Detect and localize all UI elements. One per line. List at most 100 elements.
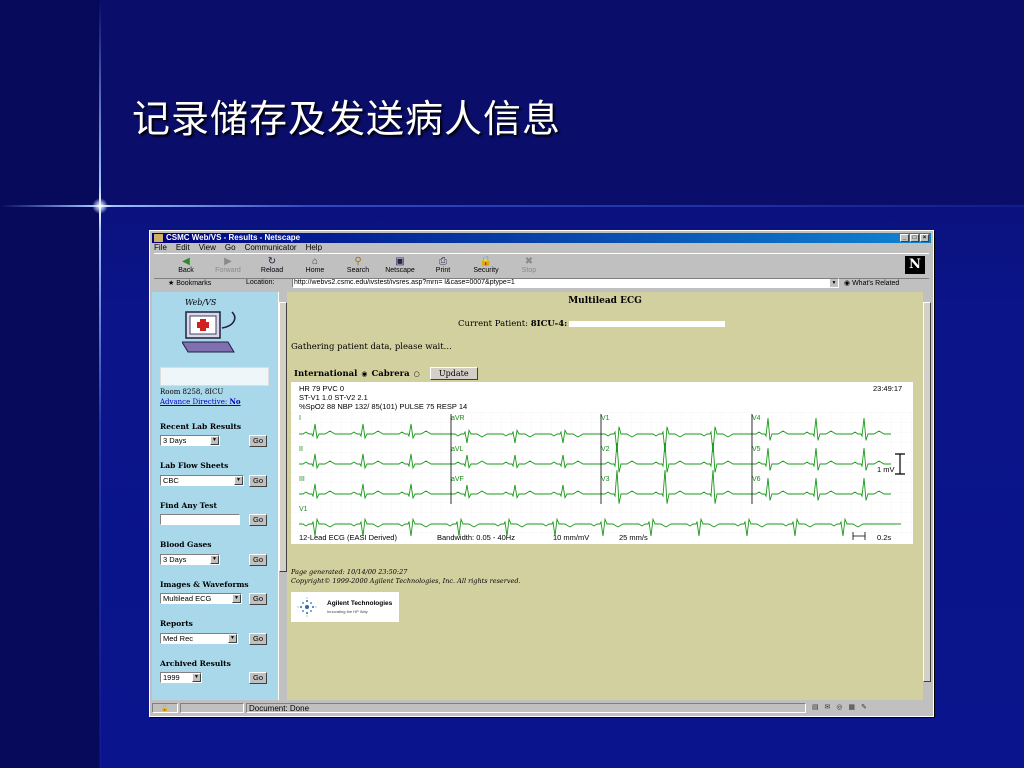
lead-label-v5: V5 xyxy=(752,446,761,453)
chevron-down-icon: ▼ xyxy=(210,555,219,564)
reports-select[interactable]: Med Rec ▼ xyxy=(160,633,238,644)
lead-label-v1-rhythm: V1 xyxy=(299,506,308,513)
minimize-button[interactable]: _ xyxy=(900,234,909,242)
images-waveforms-value: Multilead ECG xyxy=(163,594,212,603)
search-label: Search xyxy=(346,267,370,274)
blood-gases-go-button[interactable]: Go xyxy=(249,554,267,566)
status-message: Document: Done xyxy=(246,703,806,713)
slide-vertical-line xyxy=(99,0,101,768)
images-waveforms-select[interactable]: Multilead ECG ▼ xyxy=(160,593,242,604)
menu-go[interactable]: Go xyxy=(225,243,236,252)
security-status-icon[interactable]: 🔓 xyxy=(152,703,178,713)
find-any-test-heading: Find Any Test xyxy=(160,501,217,510)
stop-button[interactable]: ✖ Stop xyxy=(512,256,546,274)
security-button[interactable]: 🔒 Security xyxy=(469,256,503,274)
search-icon: ⚲ xyxy=(354,256,362,267)
update-button[interactable]: Update xyxy=(429,367,478,380)
back-button[interactable]: ◀ Back xyxy=(169,256,203,274)
chevron-down-icon: ▼ xyxy=(232,594,241,603)
url-input[interactable]: http://webvs2.csmc.edu/ivstest/ivsres.as… xyxy=(292,278,839,288)
lab-flow-sheets-select[interactable]: CBC ▼ xyxy=(160,475,244,486)
room-text: Room 8258, 8ICU xyxy=(160,388,224,396)
find-any-test-go-button[interactable]: Go xyxy=(249,514,267,526)
find-any-test-input[interactable] xyxy=(160,514,240,525)
menu-bar: File Edit View Go Communicator Help xyxy=(154,243,322,252)
lead-label-avr: aVR xyxy=(451,415,465,422)
menu-file[interactable]: File xyxy=(154,243,167,252)
archived-results-select[interactable]: 1999 ▼ xyxy=(160,672,202,683)
reload-label: Reload xyxy=(260,267,284,274)
cabrera-label: Cabrera xyxy=(371,368,410,379)
lead-label-v1: V1 xyxy=(601,415,610,422)
home-label: Home xyxy=(305,267,325,274)
advance-directive-value: No xyxy=(229,397,241,406)
lab-flow-sheets-go-button[interactable]: Go xyxy=(249,475,267,487)
url-dropdown-icon[interactable]: ▼ xyxy=(830,279,838,287)
lead-label-v3: V3 xyxy=(601,476,610,483)
recent-lab-results-select[interactable]: 3 Days ▼ xyxy=(160,435,220,446)
cabrera-radio[interactable]: ○ xyxy=(414,370,420,378)
reports-go-button[interactable]: Go xyxy=(249,633,267,645)
netscape-icon: ▣ xyxy=(395,256,405,267)
ecg-gain-label: 10 mm/mV xyxy=(553,533,589,542)
related-icon: ◉ xyxy=(844,280,851,287)
back-arrow-icon: ◀ xyxy=(182,256,190,267)
security-label: Security xyxy=(473,267,499,274)
url-text: http://webvs2.csmc.edu/ivstest/ivsres.as… xyxy=(294,279,515,286)
window-title: CSMC Web/VS - Results - Netscape xyxy=(166,233,301,242)
international-label: International xyxy=(294,368,358,379)
blood-gases-heading: Blood Gases xyxy=(160,540,212,549)
main-scroll-thumb[interactable] xyxy=(923,302,931,682)
netscape-logo: N xyxy=(905,256,925,274)
sidebar-frame: Web/VS Room 8258, 8ICU Advance Directive… xyxy=(152,292,279,700)
advance-directive-link[interactable]: Advance Directive: No xyxy=(160,397,241,406)
blood-gases-select[interactable]: 3 Days ▼ xyxy=(160,554,220,565)
home-button[interactable]: ⌂ Home xyxy=(298,256,332,274)
menu-communicator[interactable]: Communicator xyxy=(245,243,297,252)
bookmarks-button[interactable]: ★ Bookmarks xyxy=(168,279,211,287)
print-button[interactable]: ⎙ Print xyxy=(426,256,460,274)
reload-button[interactable]: ↻ Reload xyxy=(255,256,289,274)
reports-heading: Reports xyxy=(160,619,193,628)
whats-related-button[interactable]: ◉ What's Related xyxy=(844,279,899,287)
lead-format-selector: International ◉ Cabrera ○ Update xyxy=(294,367,478,380)
close-button[interactable]: × xyxy=(920,234,929,242)
main-scrollbar[interactable] xyxy=(923,292,931,700)
component-bar-icons[interactable]: ▤ ✉ ◎ ▦ ✎ xyxy=(812,703,869,713)
archived-results-go-button[interactable]: Go xyxy=(249,672,267,684)
archived-results-heading: Archived Results xyxy=(160,659,231,668)
sidebar-scrollbar[interactable] xyxy=(278,292,287,700)
lead-label-v6: V6 xyxy=(752,476,761,483)
images-waveforms-heading: Images & Waveforms xyxy=(160,580,249,589)
lab-flow-sheets-value: CBC xyxy=(163,476,179,485)
calibration-label: 1 mV xyxy=(877,465,895,474)
reload-icon: ↻ xyxy=(267,256,277,267)
international-radio[interactable]: ◉ xyxy=(361,370,367,378)
slide-title: 记录储存及发送病人信息 xyxy=(132,97,562,141)
menu-help[interactable]: Help xyxy=(306,243,322,252)
print-label: Print xyxy=(435,267,451,274)
current-patient-label: Current Patient: xyxy=(458,319,529,329)
page-generated-text: Page generated: 10/14/00 23:50:27 xyxy=(291,568,408,576)
reports-value: Med Rec xyxy=(163,634,194,643)
lead-label-iii: III xyxy=(299,476,305,483)
forward-button[interactable]: ▶ Forward xyxy=(211,256,245,274)
loading-message: Gathering patient data, please wait... xyxy=(291,342,452,352)
ecg-vitals-line3: %SpO2 88 NBP 132/ 85(101) PULSE 75 RESP … xyxy=(299,402,467,411)
menu-edit[interactable]: Edit xyxy=(176,243,190,252)
bookmarks-label: Bookmarks xyxy=(176,280,212,287)
printer-icon: ⎙ xyxy=(439,256,447,267)
current-patient: Current Patient: 8ICU-4: xyxy=(458,319,726,329)
lead-label-avf: aVF xyxy=(451,476,464,483)
recent-lab-results-go-button[interactable]: Go xyxy=(249,435,267,447)
browser-window: CSMC Web/VS - Results - Netscape _ □ × F… xyxy=(149,230,934,717)
window-titlebar: CSMC Web/VS - Results - Netscape _ □ × xyxy=(152,233,931,243)
menu-view[interactable]: View xyxy=(199,243,216,252)
images-waveforms-go-button[interactable]: Go xyxy=(249,593,267,605)
ecg-vitals-line2: ST-V1 1.0 ST-V2 2.1 xyxy=(299,393,368,402)
navigation-toolbar: ◀ Back ▶ Forward ↻ Reload ⌂ Home ⚲ Search ▣ Ne… xyxy=(154,253,929,279)
netscape-button[interactable]: ▣ Netscape xyxy=(383,256,417,274)
search-button[interactable]: ⚲ Search xyxy=(341,256,375,274)
maximize-button[interactable]: □ xyxy=(910,234,919,242)
sidebar-scroll-thumb[interactable] xyxy=(279,302,287,572)
